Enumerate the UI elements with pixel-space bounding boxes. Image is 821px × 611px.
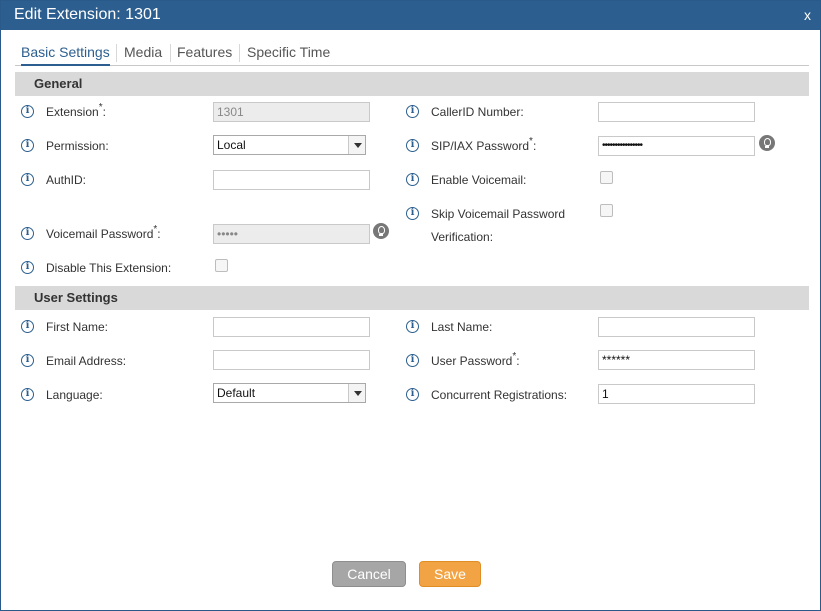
enable-voicemail-label: Enable Voicemail: xyxy=(431,173,527,187)
section-general-title: General xyxy=(34,76,83,91)
tab-media[interactable]: Media xyxy=(124,44,162,66)
save-button[interactable]: Save xyxy=(419,561,481,587)
section-general: General xyxy=(15,72,809,96)
section-user-settings: User Settings xyxy=(15,286,809,310)
info-icon[interactable]: i xyxy=(21,261,34,274)
extension-label: Extension*: xyxy=(46,102,106,119)
lightbulb-icon[interactable] xyxy=(759,135,775,151)
tab-features[interactable]: Features xyxy=(177,44,232,66)
language-label: Language: xyxy=(46,388,103,402)
info-icon[interactable]: i xyxy=(406,173,419,186)
tab-specific-time[interactable]: Specific Time xyxy=(247,44,330,66)
sip-iax-password-input[interactable]: •••••••••••••••• xyxy=(598,136,755,156)
dialog-titlebar: Edit Extension: 1301 x xyxy=(1,1,820,30)
info-icon[interactable]: i xyxy=(406,320,419,333)
skip-voicemail-password-label-line2: Verification: xyxy=(431,230,494,244)
language-select[interactable]: Default xyxy=(213,383,366,403)
info-icon[interactable]: i xyxy=(21,320,34,333)
tab-divider xyxy=(239,44,240,62)
permission-label: Permission: xyxy=(46,139,109,153)
permission-select[interactable]: Local xyxy=(213,135,366,155)
section-user-settings-title: User Settings xyxy=(34,290,118,305)
info-icon[interactable]: i xyxy=(21,388,34,401)
edit-extension-dialog: Edit Extension: 1301 x Basic Settings Me… xyxy=(0,0,821,611)
skip-voicemail-password-label: Skip Voicemail Password xyxy=(431,207,566,221)
language-value: Default xyxy=(217,386,256,400)
info-icon[interactable]: i xyxy=(21,173,34,186)
cancel-button[interactable]: Cancel xyxy=(332,561,406,587)
tab-divider xyxy=(170,44,171,62)
disable-extension-checkbox[interactable] xyxy=(215,259,228,272)
info-icon[interactable]: i xyxy=(406,354,419,367)
info-icon[interactable]: i xyxy=(406,207,419,220)
authid-label: AuthID: xyxy=(46,173,87,187)
concurrent-registrations-input[interactable]: 1 xyxy=(598,384,755,404)
email-address-input[interactable] xyxy=(213,350,370,370)
voicemail-password-label: Voicemail Password*: xyxy=(46,224,161,241)
last-name-input[interactable] xyxy=(598,317,755,337)
chevron-down-icon[interactable] xyxy=(348,384,365,402)
info-icon[interactable]: i xyxy=(406,139,419,152)
info-icon[interactable]: i xyxy=(406,105,419,118)
callerid-number-label: CallerID Number: xyxy=(431,105,524,119)
first-name-label: First Name: xyxy=(46,320,109,334)
lightbulb-icon[interactable] xyxy=(373,223,389,239)
chevron-down-icon[interactable] xyxy=(348,136,365,154)
user-password-input[interactable]: ****** xyxy=(598,350,755,370)
skip-voicemail-password-checkbox[interactable] xyxy=(600,204,613,217)
enable-voicemail-checkbox[interactable] xyxy=(600,171,613,184)
tab-divider xyxy=(116,44,117,62)
sip-iax-password-label: SIP/IAX Password*: xyxy=(431,136,537,153)
tab-basic-settings[interactable]: Basic Settings xyxy=(21,44,110,66)
user-password-label: User Password*: xyxy=(431,351,520,368)
tab-bar: Basic Settings Media Features Specific T… xyxy=(15,42,809,66)
callerid-number-input[interactable] xyxy=(598,102,755,122)
extension-input[interactable]: 1301 xyxy=(213,102,370,122)
permission-value: Local xyxy=(217,138,246,152)
email-address-label: Email Address: xyxy=(46,354,127,368)
authid-input[interactable] xyxy=(213,170,370,190)
info-icon[interactable]: i xyxy=(21,354,34,367)
info-icon[interactable]: i xyxy=(21,227,34,240)
info-icon[interactable]: i xyxy=(21,139,34,152)
info-icon[interactable]: i xyxy=(21,105,34,118)
dialog-title: Edit Extension: 1301 xyxy=(14,6,161,23)
info-icon[interactable]: i xyxy=(406,388,419,401)
last-name-label: Last Name: xyxy=(431,320,493,334)
first-name-input[interactable] xyxy=(213,317,370,337)
voicemail-password-input[interactable]: ••••• xyxy=(213,224,370,244)
close-button[interactable]: x xyxy=(804,7,811,23)
disable-extension-label: Disable This Extension: xyxy=(46,261,172,275)
concurrent-registrations-label: Concurrent Registrations: xyxy=(431,388,568,402)
